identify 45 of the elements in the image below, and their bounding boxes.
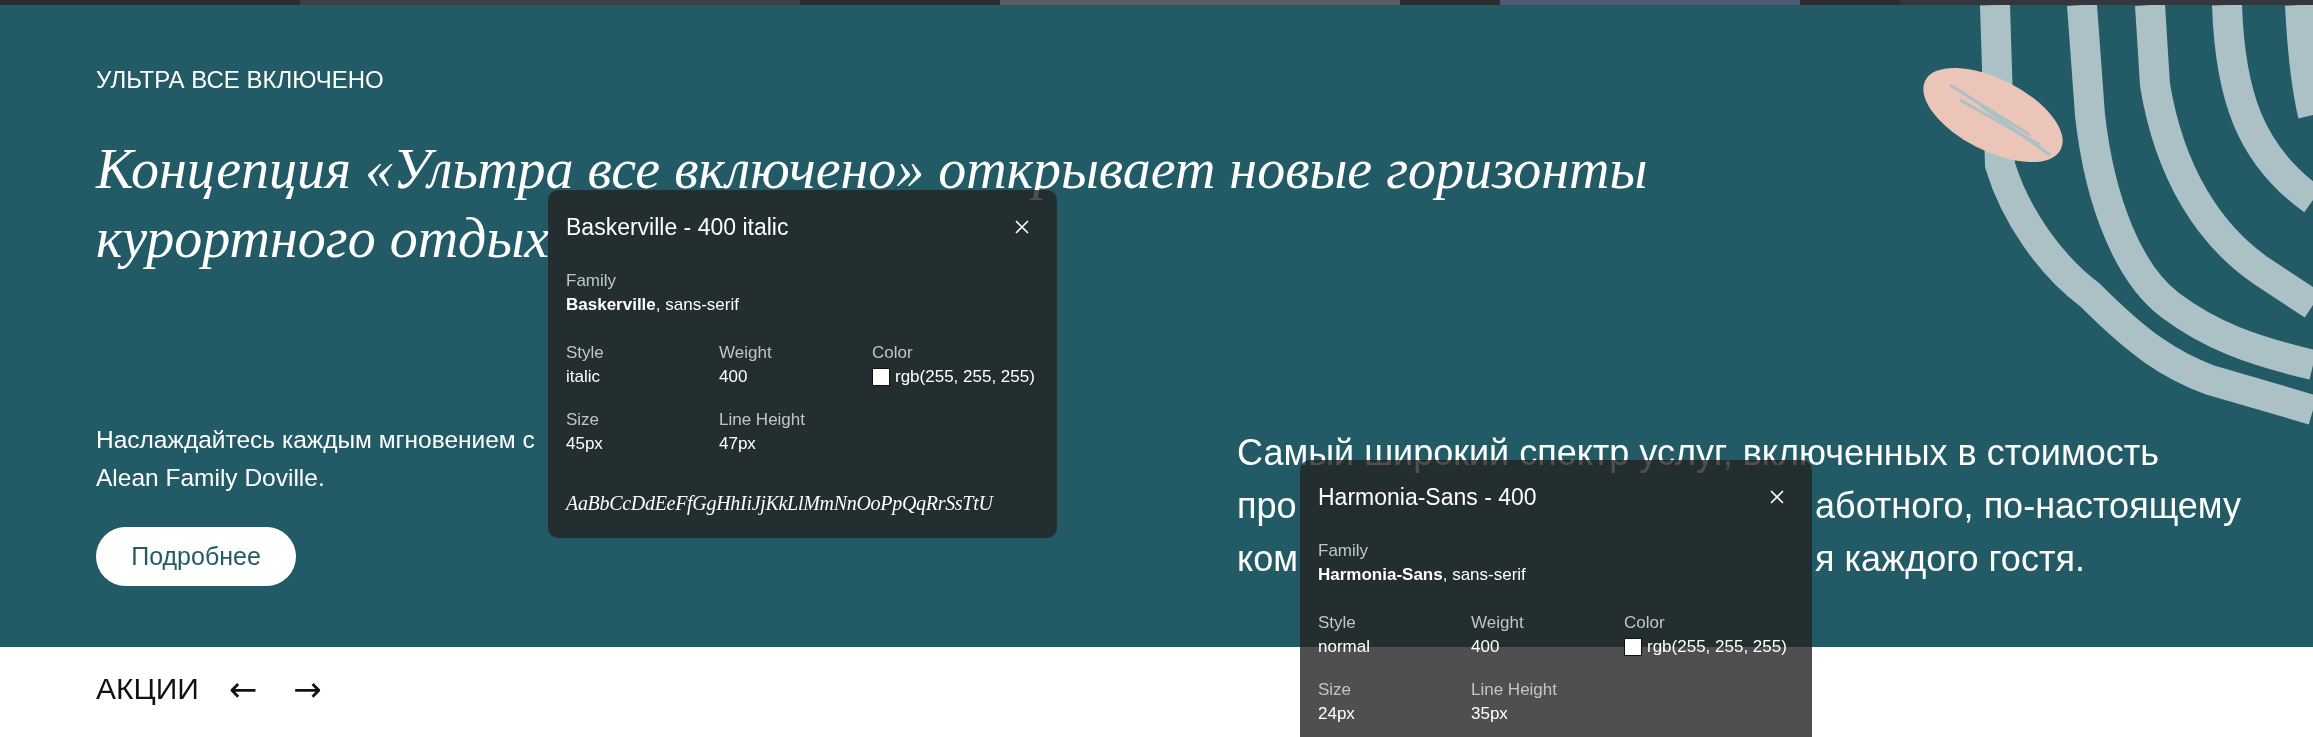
close-icon [1015, 220, 1029, 234]
field-value: Baskerville, sans-serif [566, 294, 740, 316]
field-label: Size [566, 409, 601, 431]
field-label: Style [566, 342, 605, 364]
field-value: 24px [1318, 703, 1356, 725]
description-text: Самый широкий спектр услуг, включенных в стоимость [1237, 431, 2159, 475]
field-value: 400 [1471, 636, 1501, 658]
field-value: normal [1318, 636, 1371, 658]
description-text: про [1237, 484, 1297, 528]
next-button[interactable]: → [287, 669, 328, 709]
field-label: Color [872, 342, 914, 364]
description-text: я каждого гостя. [1815, 537, 2085, 581]
font-sample: AaBbCcDdEeFfGgHhIiJjKkLlMmNnOoPpQqRrSsTtU [566, 491, 995, 517]
description-text: аботного, по-настоящему [1815, 484, 2242, 528]
field-label: Family [566, 270, 618, 292]
description-text: ком [1237, 537, 1298, 581]
section-label: УЛЬТРА ВСЕ ВКЛЮЧЕНО [96, 65, 385, 95]
field-label: Color [1624, 612, 1666, 634]
color-swatch [872, 368, 890, 386]
field-value: rgb(255, 255, 255) [895, 366, 1035, 388]
field-label: Family [1318, 540, 1370, 562]
field-value: italic [566, 366, 601, 388]
field-label: Style [1318, 612, 1357, 634]
intro-text: Alean Family Doville. [96, 463, 325, 493]
field-label: Size [1318, 679, 1353, 701]
field-value: Harmonia-Sans, sans-serif [1318, 564, 1527, 586]
field-label: Weight [1471, 612, 1525, 634]
field-label: Line Height [1471, 679, 1558, 701]
popup-title: Harmonia-Sans - 400 [1318, 483, 1537, 511]
headline: Концепция «Ультра все включено» открывает новые горизонты [96, 137, 1648, 202]
field-value: rgb(255, 255, 255) [1647, 636, 1787, 658]
close-icon [1770, 490, 1784, 504]
headline: курортного отдых [96, 206, 550, 271]
more-button[interactable]: Подробнее [96, 527, 296, 586]
previous-button[interactable]: ← [222, 669, 264, 709]
section-title: АКЦИИ [96, 672, 199, 706]
field-label: Line Height [719, 409, 806, 431]
field-value: 45px [566, 433, 604, 455]
field-value: 400 [719, 366, 749, 388]
color-swatch [1624, 638, 1642, 656]
field-value: 35px [1471, 703, 1509, 725]
popup-title: Baskerville - 400 italic [566, 213, 789, 241]
field-value: 47px [719, 433, 757, 455]
intro-text: Наслаждайтесь каждым мгновением с [96, 425, 535, 455]
field-label: Weight [719, 342, 773, 364]
